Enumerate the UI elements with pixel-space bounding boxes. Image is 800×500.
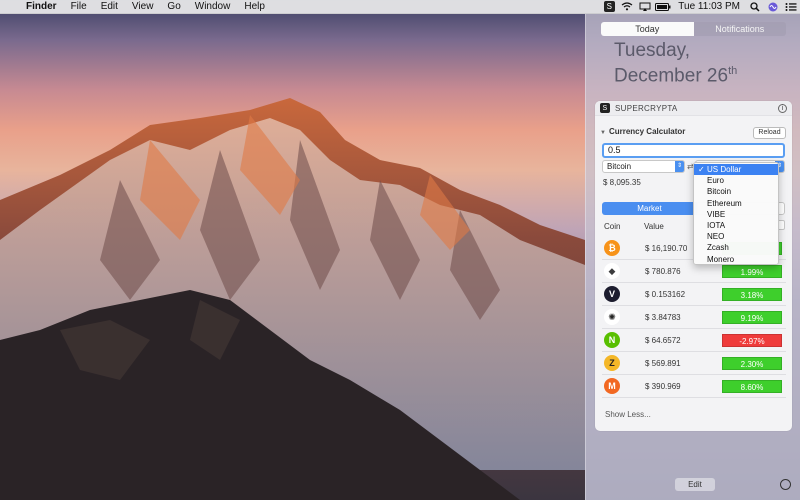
menu-go[interactable]: Go	[160, 0, 187, 14]
nc-tab-bar: Today Notifications	[601, 22, 786, 36]
menu-edit[interactable]: Edit	[94, 0, 125, 14]
widget-header: S SUPERCRYPTA i	[595, 101, 792, 116]
column-header-value: Value	[644, 222, 664, 231]
widget-title: SUPERCRYPTA	[615, 103, 678, 113]
info-icon[interactable]: i	[778, 103, 787, 113]
today-date: Tuesday, December 26th	[614, 40, 737, 86]
reload-button[interactable]: Reload	[753, 127, 786, 139]
supercrypta-widget: S SUPERCRYPTA i ▼ Currency Calculator Rel…	[595, 101, 792, 431]
menu-view[interactable]: View	[125, 0, 161, 14]
date-month-day: December 26th	[614, 65, 738, 87]
menu-file[interactable]: File	[64, 0, 94, 14]
tab-market[interactable]: Market	[602, 202, 697, 215]
supercrypta-icon[interactable]: S	[600, 0, 618, 14]
monero-icon: M	[604, 378, 620, 394]
change-badge: 8.60%	[722, 379, 782, 393]
siri-icon[interactable]	[764, 0, 782, 14]
coin-value: $ 390.969	[645, 381, 681, 391]
coin-row-zcash[interactable]: Z $ 569.891 2.30%	[602, 352, 786, 375]
option-vibe[interactable]: VIBE	[694, 209, 778, 220]
disclosure-triangle-icon[interactable]: ▼	[600, 130, 606, 136]
coin-value: $ 780.876	[645, 266, 681, 276]
wifi-icon[interactable]	[618, 0, 636, 14]
option-iota[interactable]: IOTA	[694, 220, 778, 231]
coin-row-vibe[interactable]: V $ 0.153162 3.18%	[602, 283, 786, 306]
amount-input[interactable]: 0.5	[602, 143, 785, 158]
change-badge: 2.30%	[722, 356, 782, 370]
change-badge: 3.18%	[722, 287, 782, 301]
from-currency-value: Bitcoin	[607, 162, 632, 171]
currency-dropdown-menu: ✓ US Dollar Euro Bitcoin Ethereum VIBE IO…	[693, 162, 779, 265]
vibe-icon: V	[604, 286, 620, 302]
clock[interactable]: Tue 11:03 PM	[672, 1, 746, 12]
coin-value: $ 569.891	[645, 358, 681, 368]
settings-icon[interactable]	[780, 479, 791, 490]
change-badge: 9.19%	[722, 310, 782, 324]
zcash-icon: Z	[604, 355, 620, 371]
tab-today[interactable]: Today	[601, 22, 694, 36]
select-arrows-icon: ⇕	[675, 161, 684, 172]
iota-icon: ✺	[604, 309, 620, 325]
supercrypta-logo-icon: S	[600, 103, 610, 113]
option-zcash[interactable]: Zcash	[694, 242, 778, 253]
column-header-coin: Coin	[604, 222, 621, 231]
option-euro[interactable]: Euro	[694, 175, 778, 186]
change-badge: -2.97%	[722, 333, 782, 347]
coin-value: $ 64.6572	[645, 335, 681, 345]
coin-value: $ 16,190.70	[645, 243, 688, 253]
date-weekday: Tuesday,	[614, 40, 691, 61]
checkmark-icon: ✓	[698, 165, 705, 174]
edit-button[interactable]: Edit	[675, 478, 715, 491]
option-us-dollar[interactable]: ✓ US Dollar	[694, 164, 778, 176]
ethereum-icon: ◆	[604, 263, 620, 279]
menu-window[interactable]: Window	[188, 0, 238, 14]
bitcoin-icon: ₿	[604, 240, 620, 256]
coin-row-iota[interactable]: ✺ $ 3.84783 9.19%	[602, 306, 786, 329]
menu-help[interactable]: Help	[237, 0, 272, 14]
notification-center-icon[interactable]	[782, 0, 800, 14]
conversion-result: $ 8,095.35	[603, 178, 641, 187]
coin-value: $ 0.153162	[645, 289, 686, 299]
menu-bar: Finder File Edit View Go Window Help S T…	[0, 0, 800, 14]
coin-row-monero[interactable]: M $ 390.969 8.60%	[602, 375, 786, 398]
option-bitcoin[interactable]: Bitcoin	[694, 186, 778, 197]
menu-app-finder[interactable]: Finder	[19, 0, 64, 14]
option-neo[interactable]: NEO	[694, 231, 778, 242]
show-less-link[interactable]: Show Less...	[605, 410, 651, 419]
coin-row-neo[interactable]: N $ 64.6572 -2.97%	[602, 329, 786, 352]
airplay-icon[interactable]	[636, 0, 654, 14]
status-area: S Tue 11:03 PM	[600, 0, 800, 14]
battery-icon[interactable]	[654, 0, 672, 14]
coin-value: $ 3.84783	[645, 312, 681, 322]
neo-icon: N	[604, 332, 620, 348]
option-monero[interactable]: Monero	[694, 254, 778, 265]
option-ethereum[interactable]: Ethereum	[694, 198, 778, 209]
tab-notifications[interactable]: Notifications	[693, 22, 786, 36]
from-currency-select[interactable]: Bitcoin ⇕	[602, 160, 685, 173]
change-badge: 1.99%	[722, 264, 782, 278]
search-icon[interactable]	[746, 0, 764, 14]
calculator-title[interactable]: ▼ Currency Calculator	[600, 127, 685, 136]
